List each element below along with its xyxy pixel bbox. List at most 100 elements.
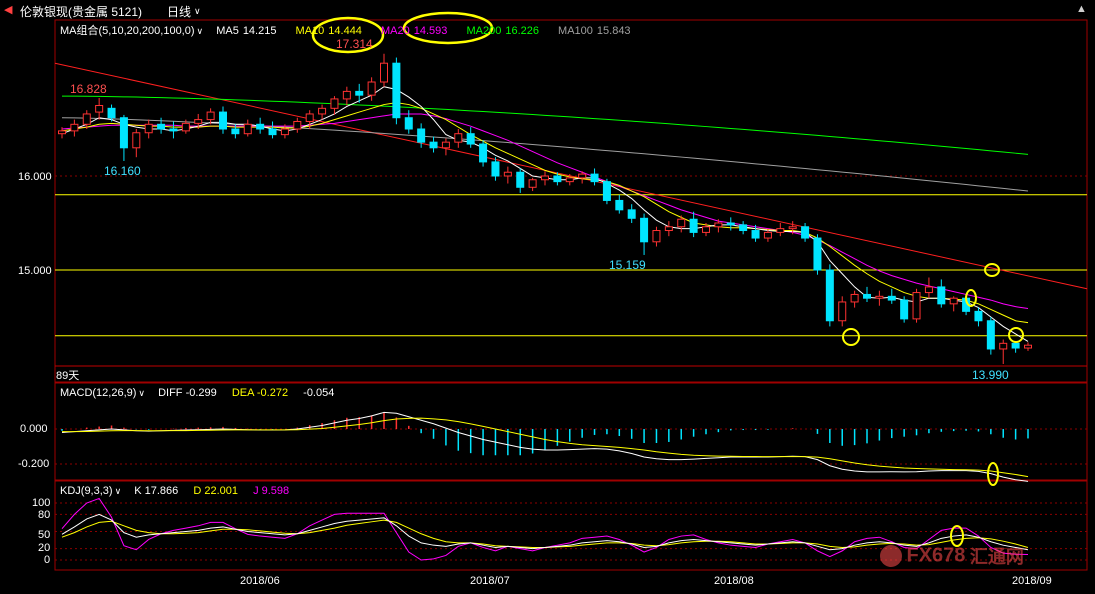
candle-body [640,217,649,243]
annotation-circles [311,11,1024,547]
candle-body [318,107,327,115]
kdj-tick-80: 80 [38,509,51,521]
ma200-label: MA200 [466,25,502,37]
candle-body [813,237,822,271]
candle-body [70,123,79,132]
ma-indicator-line: MA组合(5,10,20,200,100,0) ∨ MA5 14.215 MA10 1… [60,22,647,38]
ma5-value: MA5 14.215 [216,25,284,37]
ma20-num: 14.593 [413,25,448,37]
candle-body [144,123,153,134]
candle-body [280,128,289,136]
low-highlight-circle [842,328,860,346]
candle-body [157,123,166,130]
candle-body [1011,342,1020,349]
candle-body [615,199,624,211]
candle-body [380,62,388,83]
candle-body [875,295,884,299]
macd-dea: DEA -0.272 [231,387,289,399]
main-panel-frame [54,19,1088,383]
ma5-label: MA5 [216,25,239,37]
candle-body [417,128,426,143]
candle-body [429,141,438,149]
watermark-cn: 汇通网 [969,547,1024,567]
kdj-j: J 9.598 [253,485,290,497]
macd-indicator-name[interactable]: MACD(12,26,9) [60,387,136,399]
ma20-value: MA20 14.593 [381,25,455,37]
candle-body [355,90,364,96]
candles [58,53,1032,364]
macd-tick-neg: -0.200 [18,458,50,470]
candle-body [763,231,772,239]
candle-body [256,123,265,130]
candle-body [367,81,376,96]
candle-body [219,111,227,130]
candle-body [949,297,958,305]
ma100-num: 15.843 [596,25,631,37]
candle-body [553,175,562,183]
candle-body [602,181,611,201]
candle-body [565,177,574,183]
candle-body [206,111,215,121]
candle-body [689,218,698,233]
price-tick-16: 16.000 [18,171,52,183]
kdj-indicator-name[interactable]: KDJ(9,3,3) [60,485,113,497]
downtrend-line [54,62,1088,290]
days-label: 89天 [56,370,80,382]
ma-indicator-name[interactable]: MA组合(5,10,20,200,100,0) [60,25,195,37]
x-label-aug: 2018/08 [714,575,754,587]
ma10-line [61,102,1029,324]
moving-averages [61,86,1029,342]
candle-body [305,113,314,122]
candle-body [119,117,128,149]
kdj-tick-0: 0 [44,554,51,566]
candle-body [838,301,847,322]
candle-body [924,286,933,294]
candle-body [850,293,859,303]
macd-indicator-line: MACD(12,26,9) ∨ DIFF -0.299 DEA -0.272 -0… [60,387,342,399]
candle-body [578,173,587,179]
candle-body [194,119,203,124]
ma200-num: 16.226 [505,25,539,37]
ma10-num: 14.444 [328,25,362,37]
candle-body [479,143,488,163]
x-label-jul: 2018/07 [470,575,510,587]
annotation-mid-low: 15.159 [609,258,646,272]
candle-body [900,299,909,320]
watermark: FX678 汇通网 [880,543,1024,569]
price-chart[interactable] [0,0,1095,594]
kdj-tick-20: 20 [38,542,51,554]
ma-dropdown-icon[interactable]: ∨ [197,26,204,36]
candle-body [231,128,240,135]
kdj-dropdown-icon[interactable]: ∨ [115,486,122,496]
candle-body [342,90,351,100]
annotation-high: 17.314 [336,37,373,51]
annotation-last-low: 13.990 [972,368,1009,382]
candle-body [912,292,921,320]
candle-body [293,120,302,130]
candle-body [887,295,896,301]
watermark-logo-icon [880,545,902,567]
annotation-left-low: 16.160 [104,164,141,178]
candle-body [702,226,710,233]
candle-body [268,128,277,136]
candle-body [466,133,475,145]
candle-body [788,226,797,230]
candle-body [986,320,995,350]
x-label-jun: 2018/06 [240,575,280,587]
candle-body [169,128,178,132]
candle-body [1024,344,1032,349]
candle-body [726,222,735,226]
candle-body [107,107,116,119]
macd-dropdown-icon[interactable]: ∨ [138,388,145,398]
candle-body [825,269,834,322]
horizontal-lines [54,62,1088,337]
candle-body [677,218,686,228]
ma5-line [61,86,1029,342]
candle-body [652,230,661,243]
candle-body [503,171,512,177]
annotation-left-high: 16.828 [70,82,107,96]
kdj-tick-100: 100 [32,497,51,509]
candle-body [739,224,748,232]
macd-value: -0.054 [303,387,335,399]
candle-body [664,226,673,232]
